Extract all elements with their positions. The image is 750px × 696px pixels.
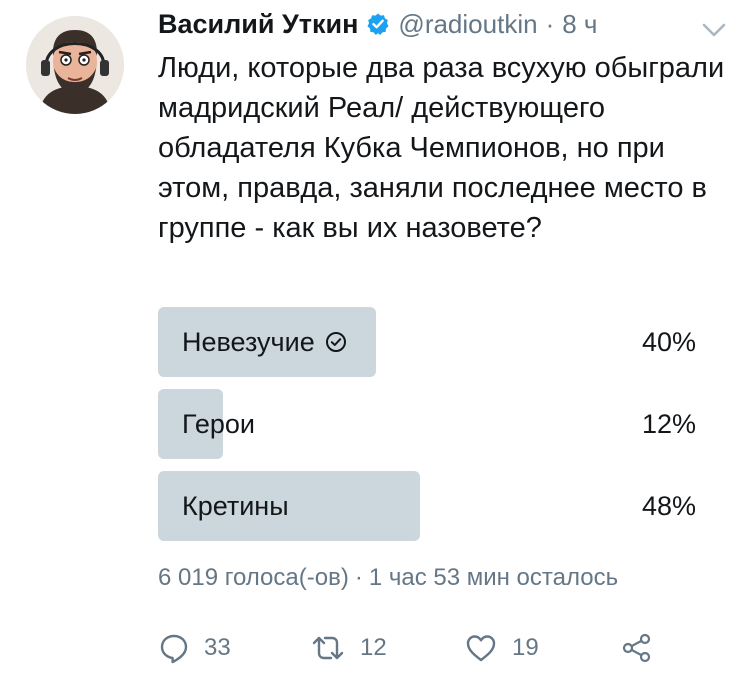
retweet-icon (312, 636, 344, 660)
tweet-timestamp[interactable]: 8 ч (562, 9, 597, 40)
poll-option-label: Герои (182, 408, 255, 439)
poll-option-geroi: Герои 12% (158, 389, 708, 459)
verified-badge-icon (366, 12, 390, 36)
tweet-text: Люди, которые два раза всухую обыграли м… (158, 52, 725, 244)
reply-icon (160, 634, 188, 664)
poll-vote-count: 6 019 голоса(-ов) (158, 564, 349, 591)
poll-time-left: 1 час 53 мин осталось (368, 564, 619, 591)
meta-separator: · (354, 564, 363, 591)
check-circle-icon (325, 331, 347, 353)
poll-option-percent: 12% (641, 408, 696, 439)
poll-option-nevezuchie: Невезучие 40% (158, 307, 708, 377)
like-button[interactable]: 19 (464, 628, 539, 668)
poll-option-label: Невезучие (182, 326, 315, 357)
poll: Невезучие 40% Герои 12% Кретины 48% (158, 307, 708, 553)
poll-option-kretiny: Кретины 48% (158, 471, 708, 541)
share-icon (622, 633, 651, 663)
reply-button[interactable]: 33 (158, 628, 231, 668)
reply-count: 33 (204, 634, 231, 661)
chevron-down-icon[interactable] (700, 20, 728, 40)
retweet-count: 12 (360, 634, 387, 661)
retweet-button[interactable]: 12 (310, 628, 387, 668)
author-name[interactable]: Василий Уткин (158, 9, 358, 40)
heart-icon (466, 635, 496, 662)
poll-meta: 6 019 голоса(-ов) · 1 час 53 мин осталось (158, 564, 618, 592)
author-handle[interactable]: @radioutkin (398, 9, 537, 40)
avatar[interactable] (26, 16, 124, 114)
like-count: 19 (512, 634, 539, 661)
poll-option-percent: 40% (641, 326, 696, 357)
poll-option-label: Кретины (182, 490, 289, 521)
poll-option-percent: 48% (641, 490, 696, 521)
tweet-actions: 33 12 19 (158, 628, 678, 668)
share-button[interactable] (620, 628, 654, 668)
header-separator: · (545, 8, 555, 39)
tweet-header: Василий Уткин @radioutkin · 8 ч (158, 4, 750, 44)
